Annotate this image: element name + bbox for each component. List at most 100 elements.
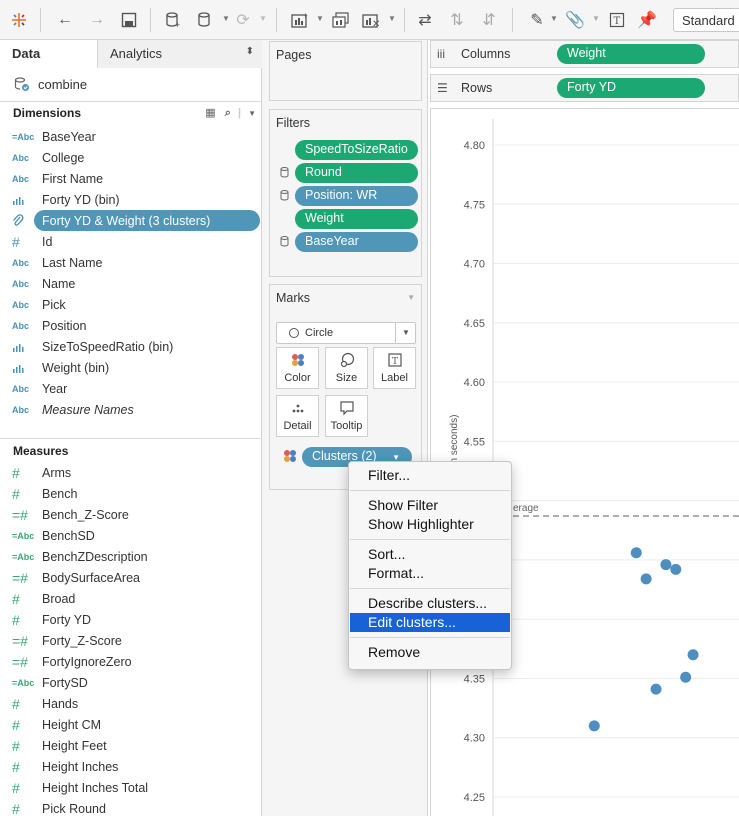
new-worksheet-icon[interactable]: + [288, 6, 312, 34]
rows-shelf[interactable]: ☰ Rows Forty YD [430, 74, 739, 102]
marks-card: Marks ▼ Circle ▼ Color Size T Label Deta… [269, 284, 422, 490]
pages-card[interactable]: Pages [269, 41, 422, 101]
field-fortyignorezero[interactable]: =# FortyIgnoreZero [0, 651, 262, 672]
field-year[interactable]: Abc Year [0, 378, 262, 399]
y-tick-label: 4.65 [464, 318, 485, 330]
menu-item-filter[interactable]: Filter... [350, 466, 510, 485]
view-list-icon[interactable]: ▦ [205, 107, 215, 119]
menu-item-show-highlighter[interactable]: Show Highlighter [350, 515, 510, 534]
field-id[interactable]: # Id [0, 231, 262, 252]
up-down-icon[interactable]: ⬍ [246, 46, 254, 57]
pause-datasource-icon[interactable] [194, 6, 216, 34]
field-name: BenchZDescription [42, 549, 148, 564]
menu-item-remove[interactable]: Remove [350, 643, 510, 662]
filter-pill-baseyear[interactable]: BaseYear [295, 232, 418, 252]
field-fortysd[interactable]: =Abc FortySD [0, 672, 262, 693]
label-button[interactable]: T Label [373, 347, 416, 389]
field-first-name[interactable]: Abc First Name [0, 168, 262, 189]
string-icon: Abc [12, 383, 30, 394]
field-name[interactable]: Abc Name [0, 273, 262, 294]
tooltip-button[interactable]: Tooltip [325, 395, 368, 437]
pill-context-menu: Filter... Show Filter Show Highlighter Sort… [348, 461, 512, 670]
back-arrow-icon[interactable]: ← [54, 6, 76, 34]
tab-analytics[interactable]: Analytics ⬍ [98, 40, 262, 68]
y-axis-label: n seconds) [449, 415, 460, 464]
new-datasource-icon[interactable]: + [162, 6, 184, 34]
pin-icon[interactable]: 📌 [636, 6, 658, 34]
datasource-item[interactable]: combine [14, 74, 87, 94]
sort-ascending-icon[interactable]: ⇅ [446, 6, 468, 34]
field-forty-yd[interactable]: # Forty YD [0, 609, 262, 630]
field-height-cm[interactable]: # Height CM [0, 714, 262, 735]
forward-arrow-icon[interactable]: → [86, 6, 108, 34]
filter-pill-position-wr[interactable]: Position: WR [295, 186, 418, 206]
group-paperclip-icon[interactable]: 📎 [564, 6, 586, 34]
filter-pill-weight[interactable]: Weight [295, 209, 418, 229]
chevron-down-icon[interactable]: ▼ [550, 14, 558, 23]
field-measure-names[interactable]: Abc Measure Names [0, 399, 262, 420]
tab-data[interactable]: Data [0, 40, 98, 68]
mark-type-select[interactable]: Circle ▼ [276, 322, 416, 344]
field-height-feet[interactable]: # Height Feet [0, 735, 262, 756]
menu-item-format[interactable]: Format... [350, 564, 510, 583]
field-benchsd[interactable]: =Abc BenchSD [0, 525, 262, 546]
filter-pill-speedtosizeratio[interactable]: SpeedToSizeRatio [295, 140, 418, 160]
field-hands[interactable]: # Hands [0, 693, 262, 714]
field-pick[interactable]: Abc Pick [0, 294, 262, 315]
number-icon: # [12, 611, 20, 628]
field-sizetospeedratio-bin[interactable]: SizeToSpeedRatio (bin) [0, 336, 262, 357]
data-point [650, 683, 662, 695]
highlight-pen-icon[interactable]: ✎ [526, 6, 548, 34]
columns-shelf[interactable]: iii Columns Weight [430, 40, 739, 68]
field-baseyear[interactable]: =Abc BaseYear [0, 126, 262, 147]
columns-pill-weight[interactable]: Weight [557, 44, 705, 64]
field-last-name[interactable]: Abc Last Name [0, 252, 262, 273]
field-bench[interactable]: # Bench [0, 483, 262, 504]
field-broad[interactable]: # Broad [0, 588, 262, 609]
field-arms[interactable]: # Arms [0, 462, 262, 483]
tableau-logo-icon[interactable] [8, 6, 30, 34]
columns-shelf-label: iii Columns [437, 47, 510, 61]
menu-item-describe-clusters[interactable]: Describe clusters... [350, 594, 510, 613]
search-icon[interactable]: ⌕ [225, 107, 231, 119]
number-icon: # [12, 779, 20, 796]
filters-card[interactable]: Filters SpeedToSizeRatio Round Position: W… [269, 109, 422, 277]
size-button[interactable]: Size [325, 347, 368, 389]
chevron-down-icon[interactable]: ▼ [316, 14, 324, 23]
field-forty-z-score[interactable]: =# Forty_Z-Score [0, 630, 262, 651]
field-height-inches-total[interactable]: # Height Inches Total [0, 777, 262, 798]
chevron-down-icon[interactable]: ▼ [222, 14, 230, 23]
context-filter-icon [280, 167, 289, 181]
rows-pill-forty-yd[interactable]: Forty YD [557, 78, 705, 98]
field-forty-yd-bin[interactable]: Forty YD (bin) [0, 189, 262, 210]
menu-item-sort[interactable]: Sort... [350, 545, 510, 564]
field-bodysurfacearea[interactable]: =# BodySurfaceArea [0, 567, 262, 588]
chevron-down-icon[interactable]: ▼ [248, 109, 256, 118]
save-icon[interactable] [118, 6, 140, 34]
chevron-down-icon[interactable]: ▼ [592, 14, 600, 23]
svg-text:+: + [175, 20, 180, 29]
field-bench-z-score[interactable]: =# Bench_Z-Score [0, 504, 262, 525]
field-benchzdescription[interactable]: =Abc BenchZDescription [0, 546, 262, 567]
chevron-down-icon[interactable]: ▼ [388, 14, 396, 23]
chevron-down-icon[interactable]: ▼ [407, 293, 415, 302]
menu-item-edit-clusters[interactable]: Edit clusters... [350, 613, 510, 632]
menu-item-show-filter[interactable]: Show Filter [350, 496, 510, 515]
filter-pill-round[interactable]: Round [295, 163, 418, 183]
sort-descending-icon[interactable]: ⇵ [478, 6, 500, 34]
field-position[interactable]: Abc Position [0, 315, 262, 336]
field-height-inches[interactable]: # Height Inches [0, 756, 262, 777]
swap-rows-columns-icon[interactable]: ⇄ [414, 6, 436, 34]
detail-button[interactable]: Detail [276, 395, 319, 437]
refresh-icon[interactable]: ⟳ [232, 6, 254, 34]
show-labels-icon[interactable]: T [606, 6, 628, 34]
chevron-down-icon[interactable]: ▼ [259, 14, 267, 23]
duplicate-sheet-icon[interactable] [330, 6, 352, 34]
field-weight-bin[interactable]: Weight (bin) [0, 357, 262, 378]
field-college[interactable]: Abc College [0, 147, 262, 168]
view-size-select[interactable]: Standard [673, 8, 739, 32]
color-button[interactable]: Color [276, 347, 319, 389]
clear-sheet-icon[interactable]: ✕ [360, 6, 382, 34]
field-forty-yd-weight-3-clusters[interactable]: Forty YD & Weight (3 clusters) [0, 210, 262, 231]
chevron-down-icon[interactable]: ▼ [395, 323, 415, 343]
